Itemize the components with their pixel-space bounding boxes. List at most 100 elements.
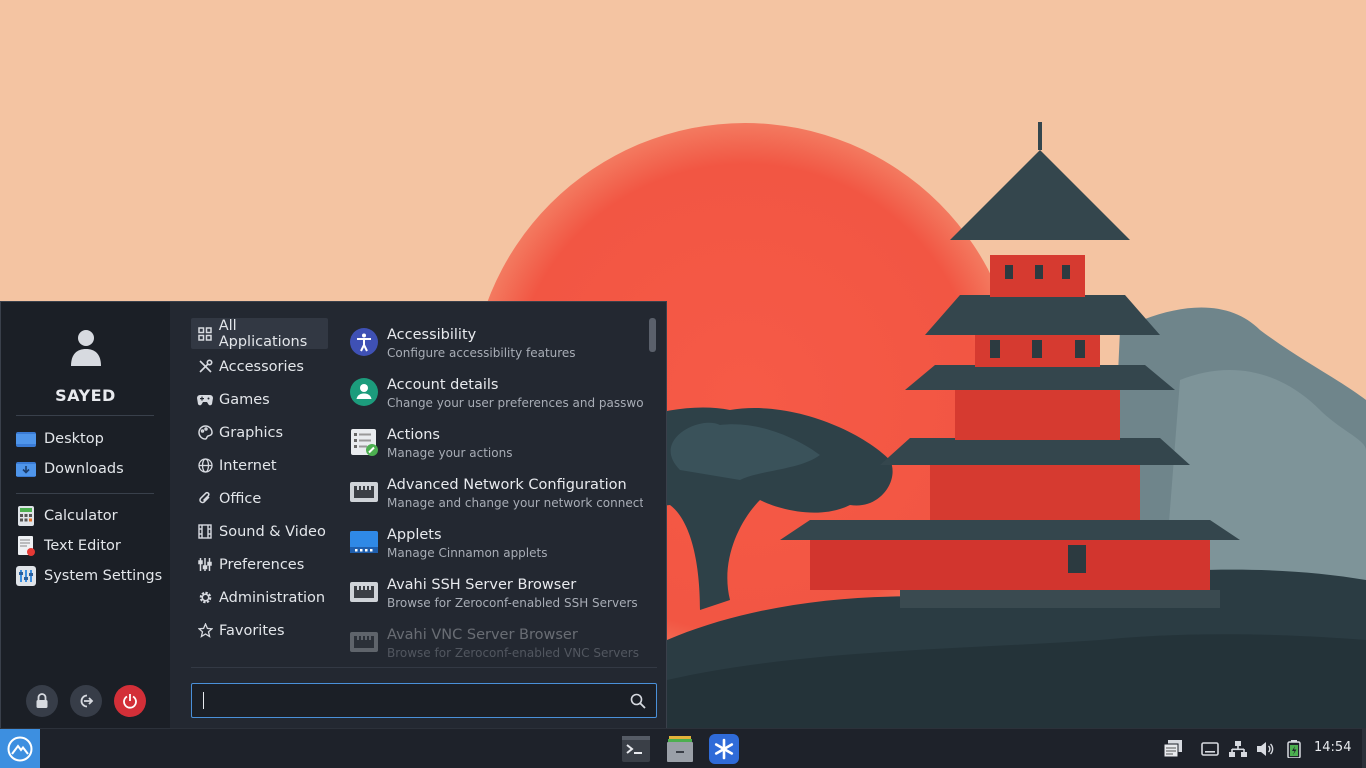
menu-sidebar: SAYED Desktop Downloads Calculator Text … [1, 302, 170, 729]
sidebar-divider [16, 415, 154, 416]
app-accessibility[interactable]: Accessibility Configure accessibility fe… [341, 318, 647, 366]
category-sound-video[interactable]: Sound & Video [191, 516, 328, 547]
app-name: Actions [387, 427, 440, 443]
category-office[interactable]: Office [191, 483, 328, 514]
app-actions[interactable]: Actions Manage your actions [341, 418, 647, 466]
place-downloads[interactable]: Downloads [15, 455, 163, 483]
sliders-icon [197, 557, 213, 573]
user-avatar-icon[interactable] [67, 326, 105, 366]
user-name: SAYED [55, 386, 116, 405]
category-graphics[interactable]: Graphics [191, 417, 328, 448]
category-label: Office [219, 490, 262, 507]
app-applets[interactable]: Applets Manage Cinnamon applets [341, 518, 647, 566]
favorite-calculator[interactable]: Calculator [15, 502, 163, 530]
app-launcher-icon [709, 734, 739, 764]
file-manager-icon [667, 736, 693, 762]
category-label: Graphics [219, 424, 284, 441]
app-name: Accessibility [387, 327, 477, 343]
category-label: Accessories [219, 358, 304, 375]
sidebar-divider [16, 493, 154, 494]
actions-icon [351, 429, 378, 456]
volume-tray[interactable] [1255, 739, 1275, 759]
app-description: Manage your actions [387, 446, 513, 460]
category-label: Sound & Video [219, 523, 326, 540]
app-description: Manage Cinnamon applets [387, 546, 548, 560]
accessibility-icon [350, 328, 378, 356]
menu-button[interactable] [0, 729, 40, 768]
category-label: Internet [219, 457, 277, 474]
category-label: Preferences [219, 556, 305, 573]
network-tray-icon [1229, 741, 1247, 757]
search-icon [630, 693, 646, 709]
category-administration[interactable]: Administration [191, 582, 328, 613]
lock-screen-button[interactable] [26, 685, 58, 717]
category-preferences[interactable]: Preferences [191, 549, 328, 580]
place-label: Downloads [44, 461, 124, 477]
app-description: Browse for Zeroconf-enabled VNC Servers [387, 646, 639, 660]
category-label: Administration [219, 589, 326, 606]
desktop-folder-icon [15, 428, 37, 450]
account-icon [350, 378, 378, 406]
notifications-icon [1163, 740, 1182, 758]
category-favorites[interactable]: Favorites [191, 615, 328, 646]
place-desktop[interactable]: Desktop [15, 425, 163, 453]
gamepad-icon [197, 392, 213, 408]
app-launcher[interactable] [708, 733, 740, 765]
power-icon [123, 694, 137, 709]
favorite-label: Calculator [44, 508, 118, 524]
app-description: Change your user preferences and passwor… [387, 396, 643, 410]
notifications-tray[interactable] [1163, 739, 1183, 759]
category-games[interactable]: Games [191, 384, 328, 415]
search-box[interactable] [191, 683, 657, 718]
category-label: Favorites [219, 622, 285, 639]
category-label: All Applications [218, 317, 308, 350]
app-name: Account details [387, 377, 499, 393]
battery-tray[interactable] [1284, 739, 1304, 759]
film-icon [197, 524, 213, 540]
category-internet[interactable]: Internet [191, 450, 328, 481]
calculator-icon [15, 505, 37, 527]
menu-logo-icon [7, 736, 33, 762]
app-name: Avahi VNC Server Browser [387, 627, 578, 643]
logout-icon [80, 694, 94, 708]
category-all-applications[interactable]: All Applications [191, 317, 328, 350]
app-list-scrollbar[interactable] [649, 318, 656, 352]
category-accessories[interactable]: Accessories [191, 351, 328, 382]
system-settings-icon [15, 565, 37, 587]
app-avahi-ssh-server-browser[interactable]: Avahi SSH Server Browser Browse for Zero… [341, 568, 647, 616]
show-desktop-button[interactable] [1362, 729, 1366, 768]
app-account-details[interactable]: Account details Change your user prefere… [341, 368, 647, 416]
power-button[interactable] [114, 685, 146, 717]
favorite-label: System Settings [44, 568, 163, 584]
applets-icon [350, 531, 378, 553]
favorite-system-settings[interactable]: System Settings [15, 562, 163, 590]
paperclip-icon [197, 491, 213, 507]
app-description: Manage and change your network connecti.… [387, 496, 643, 510]
favorite-text-editor[interactable]: Text Editor [15, 532, 163, 560]
app-name: Applets [387, 527, 442, 543]
app-description: Configure accessibility features [387, 346, 576, 360]
tools-icon [197, 359, 213, 375]
search-divider [191, 667, 657, 668]
terminal-launcher[interactable] [620, 733, 652, 765]
text-cursor [203, 692, 204, 709]
application-menu: SAYED Desktop Downloads Calculator Text … [0, 301, 667, 729]
network-tray[interactable] [1228, 739, 1248, 759]
taskbar: 14:54 [0, 728, 1366, 768]
app-avahi-vnc-server-browser[interactable]: Avahi VNC Server Browser Browse for Zero… [341, 618, 647, 666]
downloads-folder-icon [15, 458, 37, 480]
display-icon [1201, 742, 1219, 756]
search-input[interactable] [192, 684, 622, 717]
favorite-label: Text Editor [44, 538, 121, 554]
app-advanced-network-configuration[interactable]: Advanced Network Configuration Manage an… [341, 468, 647, 516]
palette-icon [197, 425, 213, 441]
logout-button[interactable] [70, 685, 102, 717]
file-manager-launcher[interactable] [664, 733, 696, 765]
lock-icon [36, 693, 48, 708]
display-tray[interactable] [1200, 739, 1220, 759]
network-icon [350, 632, 378, 652]
panel-clock[interactable]: 14:54 [1314, 740, 1351, 755]
star-icon [197, 623, 213, 639]
cog-icon [197, 590, 213, 606]
app-name: Advanced Network Configuration [387, 477, 627, 493]
